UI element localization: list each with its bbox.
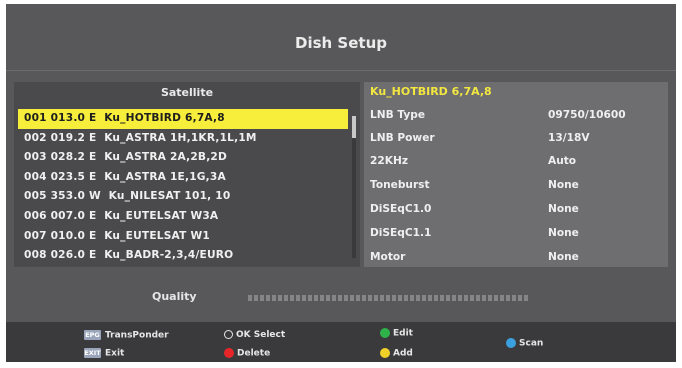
yellow-button-icon [380, 348, 390, 358]
setting-value[interactable]: None [548, 179, 579, 191]
blue-button-icon [506, 338, 516, 348]
page-title: Dish Setup [295, 34, 387, 52]
hint-ok-select[interactable]: OK Select [224, 330, 285, 341]
setting-label: DiSEqC1.1 [370, 227, 432, 239]
red-button-icon [224, 348, 234, 358]
hint-label: Edit [393, 328, 413, 339]
satellite-item[interactable]: 004 023.5 E Ku_ASTRA 1E,1G,3A [18, 168, 348, 188]
satellite-item[interactable]: 006 007.0 E Ku_EUTELSAT W3A [18, 207, 348, 227]
title-divider [6, 70, 676, 71]
setting-diseqc-1-0[interactable]: DiSEqC1.0 None [370, 203, 662, 223]
hint-exit[interactable]: EXIT Exit [84, 348, 124, 360]
satellite-item[interactable]: 008 026.0 E Ku_BADR-2,3,4/EURO [18, 246, 348, 266]
hint-label: Add [393, 348, 413, 359]
satellite-item[interactable]: 007 010.0 E Ku_EUTELSAT W1 [18, 227, 348, 247]
setting-value[interactable]: 13/18V [548, 132, 590, 144]
setting-value[interactable]: None [548, 203, 579, 215]
setting-22khz[interactable]: 22KHz Auto [370, 155, 662, 175]
setting-label: LNB Type [370, 109, 426, 121]
setting-label: Motor [370, 251, 406, 263]
hint-edit[interactable]: Edit [380, 328, 413, 340]
satellite-list[interactable]: 001 013.0 E Ku_HOTBIRD 6,7A,8 002 019.2 … [18, 109, 348, 266]
epg-key-icon: EPG [84, 330, 101, 340]
satellite-panel-header: Satellite [160, 86, 214, 99]
scrollbar-thumb[interactable] [352, 116, 356, 138]
green-button-icon [380, 328, 390, 338]
setting-value[interactable]: Auto [548, 155, 576, 167]
dish-setup-screen: Dish Setup Satellite 001 013.0 E Ku_HOTB… [6, 4, 676, 362]
setting-label: 22KHz [370, 155, 408, 167]
hint-label: Scan [519, 338, 544, 349]
exit-key-icon: EXIT [84, 348, 101, 358]
hint-scan[interactable]: Scan [506, 338, 543, 350]
setting-lnb-power[interactable]: LNB Power 13/18V [370, 132, 662, 152]
hint-add[interactable]: Add [380, 348, 413, 360]
hint-label: TransPonder [105, 330, 169, 341]
setting-toneburst[interactable]: Toneburst None [370, 179, 662, 199]
satellite-item[interactable]: 002 019.2 E Ku_ASTRA 1H,1KR,1L,1M [18, 129, 348, 149]
satellite-item[interactable]: 003 028.2 E Ku_ASTRA 2A,2B,2D [18, 148, 348, 168]
quality-label: Quality [152, 290, 197, 303]
satellite-list-scrollbar[interactable] [352, 116, 356, 258]
satellite-item[interactable]: 001 013.0 E Ku_HOTBIRD 6,7A,8 [18, 109, 348, 129]
setting-label: Toneburst [370, 179, 430, 191]
hint-label: OK Select [236, 330, 286, 340]
setting-label: DiSEqC1.0 [370, 203, 432, 215]
hint-delete[interactable]: Delete [224, 348, 270, 360]
hint-transponder[interactable]: EPG TransPonder [84, 330, 169, 342]
setting-motor[interactable]: Motor None [370, 251, 662, 271]
setting-diseqc-1-1[interactable]: DiSEqC1.1 None [370, 227, 662, 247]
footer-hint-bar: EPG TransPonder EXIT Exit OK Select Delete… [6, 322, 676, 362]
satellite-item[interactable]: 005 353.0 W Ku_NILESAT 101, 10 [18, 187, 348, 207]
setting-value[interactable]: None [548, 251, 579, 263]
satellite-settings-panel: Ku_HOTBIRD 6,7A,8 LNB Type 09750/10600 L… [364, 82, 668, 267]
setting-value[interactable]: 09750/10600 [548, 109, 626, 121]
setting-label: LNB Power [370, 132, 435, 144]
hint-label: Delete [237, 348, 271, 359]
ok-button-icon [224, 330, 233, 339]
setting-lnb-type[interactable]: LNB Type 09750/10600 [370, 109, 662, 129]
settings-satellite-name: Ku_HOTBIRD 6,7A,8 [370, 85, 492, 98]
setting-value[interactable]: None [548, 227, 579, 239]
quality-meter [248, 295, 530, 301]
hint-label: Exit [105, 348, 125, 359]
satellite-panel: Satellite 001 013.0 E Ku_HOTBIRD 6,7A,8 … [14, 82, 360, 267]
